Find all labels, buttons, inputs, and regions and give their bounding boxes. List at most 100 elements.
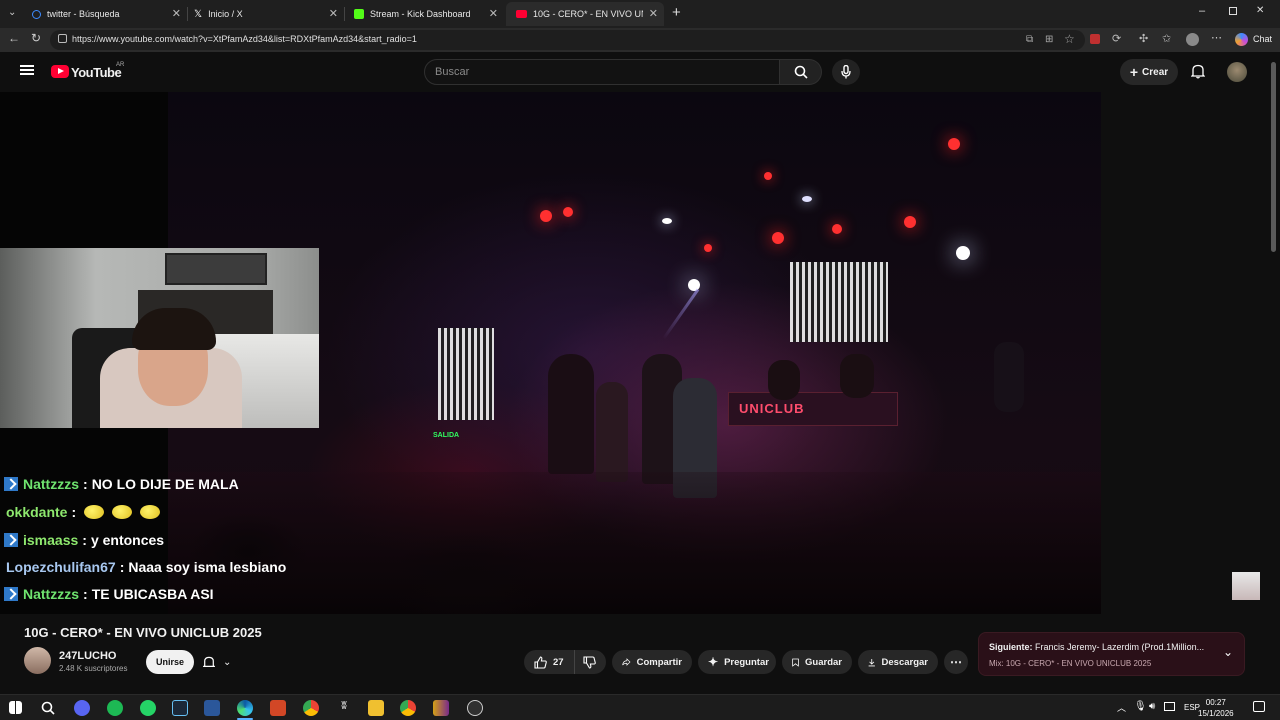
dj-booth: UNICLUB xyxy=(728,392,898,426)
chat-text: y entonces xyxy=(90,532,165,548)
steam-app-icon[interactable] xyxy=(172,700,188,716)
browser-tab-bar: ⌄ twitter - Búsqueda ✕ 𝕏 Inicio / X ✕ St… xyxy=(0,0,1280,28)
user-avatar[interactable] xyxy=(1227,62,1247,82)
clock-date: 15/1/2026 xyxy=(1198,709,1234,718)
thumbs-down-icon xyxy=(583,655,596,669)
chat-emote-icon xyxy=(112,505,133,519)
favorite-star-icon[interactable]: ☆ xyxy=(1064,32,1075,46)
close-window-icon[interactable]: ✕ xyxy=(1256,5,1264,16)
close-icon[interactable]: ✕ xyxy=(329,7,338,20)
winrar-app-icon[interactable] xyxy=(433,700,449,716)
create-button[interactable]: + Crear xyxy=(1120,59,1178,85)
performer xyxy=(548,354,594,474)
voice-search-button[interactable] xyxy=(832,59,860,85)
tab-bing-search[interactable]: twitter - Búsqueda ✕ xyxy=(22,2,187,26)
notifications-bell-icon[interactable] xyxy=(1191,64,1205,79)
back-icon[interactable]: ← xyxy=(8,31,20,45)
tab-x[interactable]: 𝕏 Inicio / X ✕ xyxy=(184,2,344,26)
site-info-icon[interactable] xyxy=(58,34,67,43)
search-button[interactable] xyxy=(780,59,822,85)
translate-icon[interactable]: ⧉ xyxy=(1026,34,1033,45)
microphone-tray-icon[interactable]: 🎙︎ xyxy=(1134,701,1147,712)
tab-label: twitter - Búsqueda xyxy=(47,9,120,19)
tab-youtube-video[interactable]: 10G - CERO* - EN VIVO UNIC ✕ xyxy=(506,2,664,26)
up-next-prefix: Siguiente: xyxy=(989,642,1033,652)
save-button[interactable]: Guardar xyxy=(782,650,852,674)
profile-avatar[interactable] xyxy=(1186,33,1199,46)
subscription-notifications-button[interactable]: ⌄ xyxy=(203,652,243,672)
page-scrollbar[interactable] xyxy=(1268,52,1280,694)
chat-colon: : xyxy=(83,476,88,492)
close-icon[interactable]: ✕ xyxy=(172,7,181,20)
share-button[interactable]: Compartir xyxy=(612,650,692,674)
stage-spotlight xyxy=(956,246,970,260)
favorites-icon[interactable]: ✩ xyxy=(1162,32,1171,45)
whatsapp-app-icon[interactable] xyxy=(140,700,156,716)
join-button[interactable]: Unirse xyxy=(146,650,194,674)
obs-app-icon[interactable] xyxy=(467,700,483,716)
search-icon[interactable] xyxy=(41,701,55,715)
stage-light xyxy=(563,207,573,217)
channel-name[interactable]: 247LUCHO xyxy=(59,650,116,662)
up-next-video-title: Francis Jeremy- Lazerdim (Prod.1Million.… xyxy=(1035,642,1205,652)
spotify-app-icon[interactable] xyxy=(107,700,123,716)
address-bar[interactable]: https://www.youtube.com/watch?v=XtPfamAz… xyxy=(50,30,1085,50)
youtube-logo-text[interactable]: YouTube xyxy=(71,65,122,80)
like-button[interactable]: 27 xyxy=(524,650,574,674)
close-icon[interactable]: ✕ xyxy=(649,7,658,20)
new-tab-icon[interactable]: + xyxy=(672,4,681,21)
more-actions-button[interactable]: ⋯ xyxy=(944,650,968,674)
chevron-down-icon[interactable]: ⌄ xyxy=(1223,645,1233,659)
windows-start-icon[interactable] xyxy=(9,701,22,714)
scrollbar-thumb[interactable] xyxy=(1271,62,1276,252)
reader-icon[interactable]: ⊞ xyxy=(1045,34,1053,45)
mini-thumbnail[interactable] xyxy=(1232,572,1260,600)
dislike-button[interactable] xyxy=(574,650,606,674)
reload-icon[interactable]: ↻ xyxy=(31,31,41,45)
refresh-extension-icon[interactable]: ⟳ xyxy=(1112,32,1121,45)
volume-icon[interactable]: 🔊︎ xyxy=(1149,701,1155,712)
search-input[interactable]: Buscar xyxy=(424,59,780,85)
network-icon[interactable] xyxy=(1164,702,1175,711)
file-explorer-icon[interactable] xyxy=(368,700,384,716)
more-menu-icon[interactable]: ⋯ xyxy=(1211,31,1222,44)
tab-label: Inicio / X xyxy=(208,9,243,19)
discord-app-icon[interactable] xyxy=(74,700,90,716)
close-icon[interactable]: ✕ xyxy=(489,7,498,20)
copilot-icon[interactable] xyxy=(1235,33,1248,46)
stage-light xyxy=(704,244,712,252)
hamburger-menu-icon[interactable] xyxy=(20,65,34,67)
create-label: Crear xyxy=(1142,66,1169,78)
extensions-puzzle-icon[interactable]: ✣ xyxy=(1139,32,1148,45)
led-screen xyxy=(790,262,888,342)
download-icon xyxy=(868,658,875,666)
chrome-app-icon[interactable] xyxy=(303,700,319,716)
up-next-banner[interactable]: Siguiente: Francis Jeremy- Lazerdim (Pro… xyxy=(978,632,1245,676)
tab-list-chevron-icon[interactable]: ⌄ xyxy=(8,7,16,18)
chat-colon: : xyxy=(119,559,125,575)
ask-button[interactable]: ✦ Preguntar xyxy=(698,650,776,674)
powerpoint-app-icon[interactable] xyxy=(270,700,286,716)
channel-avatar[interactable] xyxy=(24,647,51,674)
extension-icon[interactable] xyxy=(1090,34,1100,44)
edge-app-icon[interactable] xyxy=(237,700,253,716)
chat-colon: : xyxy=(83,586,88,602)
chevron-up-icon[interactable]: ︿ xyxy=(1117,701,1126,714)
chrome-app-icon[interactable] xyxy=(400,700,416,716)
copilot-chat-label[interactable]: Chat xyxy=(1253,34,1272,44)
tab-kick-dashboard[interactable]: Stream - Kick Dashboard ✕ xyxy=(344,2,504,26)
app-icon[interactable]: ʬ xyxy=(336,700,352,716)
minimize-icon[interactable]: – xyxy=(1199,5,1205,17)
chat-username: Lopezchulifan67 xyxy=(6,559,116,575)
download-button[interactable]: Descargar xyxy=(858,650,938,674)
youtube-logo-icon[interactable] xyxy=(51,65,69,78)
chat-username: okkdante xyxy=(6,504,68,520)
bookmark-icon xyxy=(792,658,799,667)
video-player[interactable]: SALIDA UNICLUB Nattzzzs : NO LO DIJE DE … xyxy=(0,92,1101,614)
thumbs-up-icon xyxy=(534,655,547,669)
system-clock[interactable]: 00:27 15/1/2026 xyxy=(1198,697,1234,719)
stage-light xyxy=(764,172,772,180)
notification-center-icon[interactable] xyxy=(1253,701,1265,712)
maximize-icon[interactable] xyxy=(1229,7,1237,15)
word-app-icon[interactable] xyxy=(204,700,220,716)
